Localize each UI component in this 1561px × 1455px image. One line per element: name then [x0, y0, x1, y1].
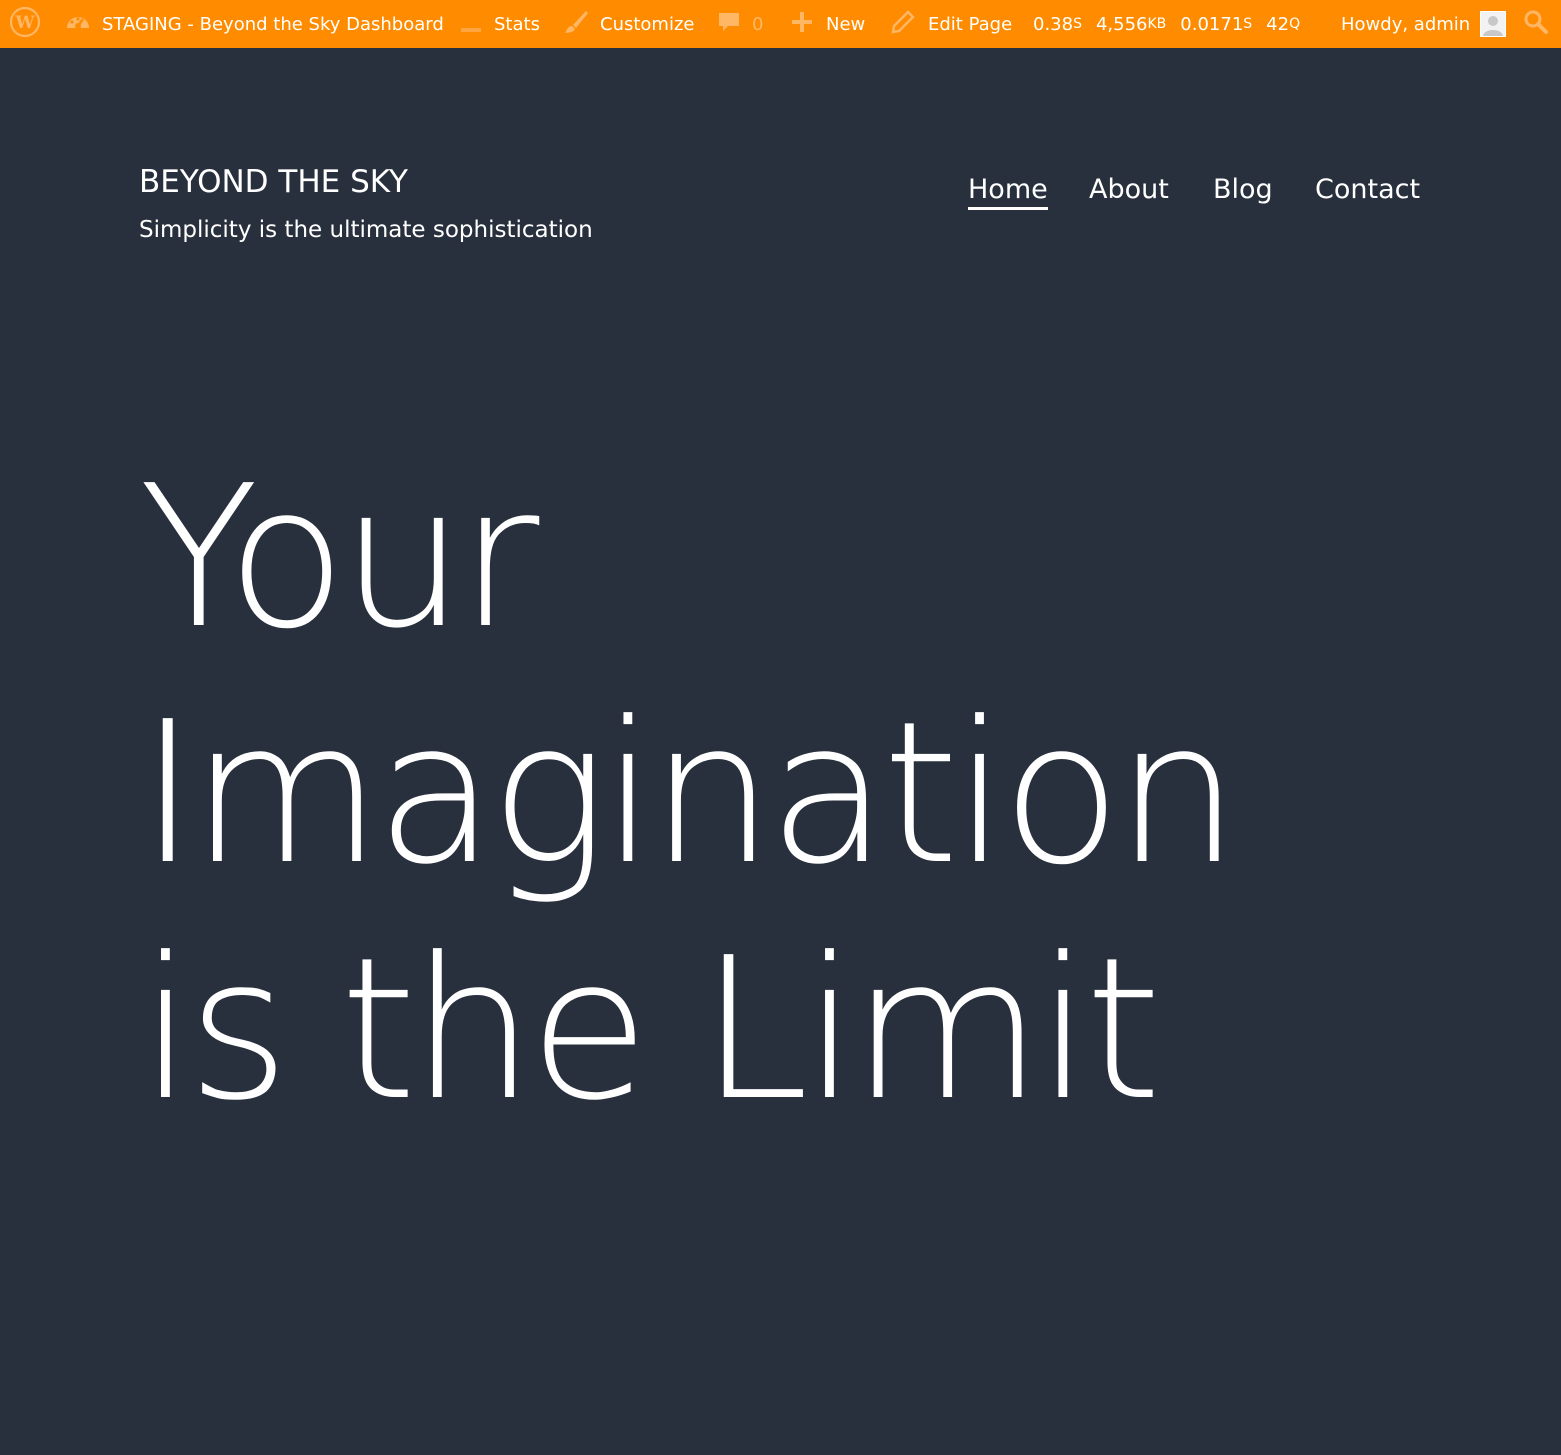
nav-item-blog[interactable]: Blog [1213, 174, 1273, 205]
query-monitor-menu[interactable]: 0.38 S 4,556 KB 0.0171 S 42 Q [1033, 0, 1300, 48]
greeting-label: Howdy, admin [1341, 13, 1471, 35]
stats-label: Stats [494, 13, 540, 35]
new-content-menu[interactable]: New [790, 0, 865, 48]
dashboard-icon [64, 8, 92, 41]
comment-icon [716, 9, 742, 40]
stats-icon [458, 9, 484, 40]
nav-item-contact[interactable]: Contact [1315, 174, 1420, 205]
qm-memory-unit: KB [1147, 16, 1167, 32]
site-name-label: STAGING - Beyond the Sky Dashboard [102, 13, 444, 35]
edit-page-menu[interactable]: Edit Page [890, 0, 1012, 48]
customize-label: Customize [600, 13, 695, 35]
qm-db-time-unit: S [1243, 16, 1253, 32]
paintbrush-icon [562, 8, 590, 41]
wordpress-menu[interactable]: W [8, 0, 42, 48]
qm-memory: 4,556 [1095, 13, 1148, 35]
plus-icon [790, 10, 814, 39]
account-menu[interactable]: Howdy, admin [1341, 0, 1507, 48]
qm-queries: 42 [1266, 13, 1290, 35]
qm-time-unit: S [1073, 16, 1082, 32]
hero-line: is the Limit [139, 916, 1162, 1144]
new-label: New [826, 13, 866, 35]
stats-menu[interactable]: Stats [458, 0, 540, 48]
comments-count: 0 [752, 13, 764, 35]
pencil-icon [890, 9, 916, 40]
qm-time: 0.38 [1033, 13, 1074, 35]
svg-text:W: W [14, 13, 35, 33]
site-tagline: Simplicity is the ultimate sophisticatio… [139, 217, 593, 243]
search-button[interactable] [1522, 0, 1550, 48]
nav-item-home[interactable]: Home [968, 174, 1048, 210]
hero-heading: Your Imagination is the Limit [139, 440, 1439, 1148]
qm-queries-unit: Q [1289, 16, 1301, 32]
comments-menu[interactable]: 0 [716, 0, 763, 48]
avatar-icon [1480, 11, 1507, 37]
hero-line: Your [139, 444, 539, 672]
site-name-menu[interactable]: STAGING - Beyond the Sky Dashboard [64, 0, 444, 48]
qm-db-time: 0.0171 [1180, 13, 1244, 35]
wordpress-logo-icon: W [8, 5, 42, 44]
search-icon [1522, 8, 1550, 41]
admin-bar: W STAGING - Beyond the Sky Dashboard Sta… [0, 0, 1561, 48]
hero-line: Imagination [139, 680, 1240, 908]
site-title[interactable]: BEYOND THE SKY [139, 164, 408, 200]
customize-menu[interactable]: Customize [562, 0, 694, 48]
nav-item-about[interactable]: About [1089, 174, 1169, 205]
edit-page-label: Edit Page [928, 13, 1013, 35]
